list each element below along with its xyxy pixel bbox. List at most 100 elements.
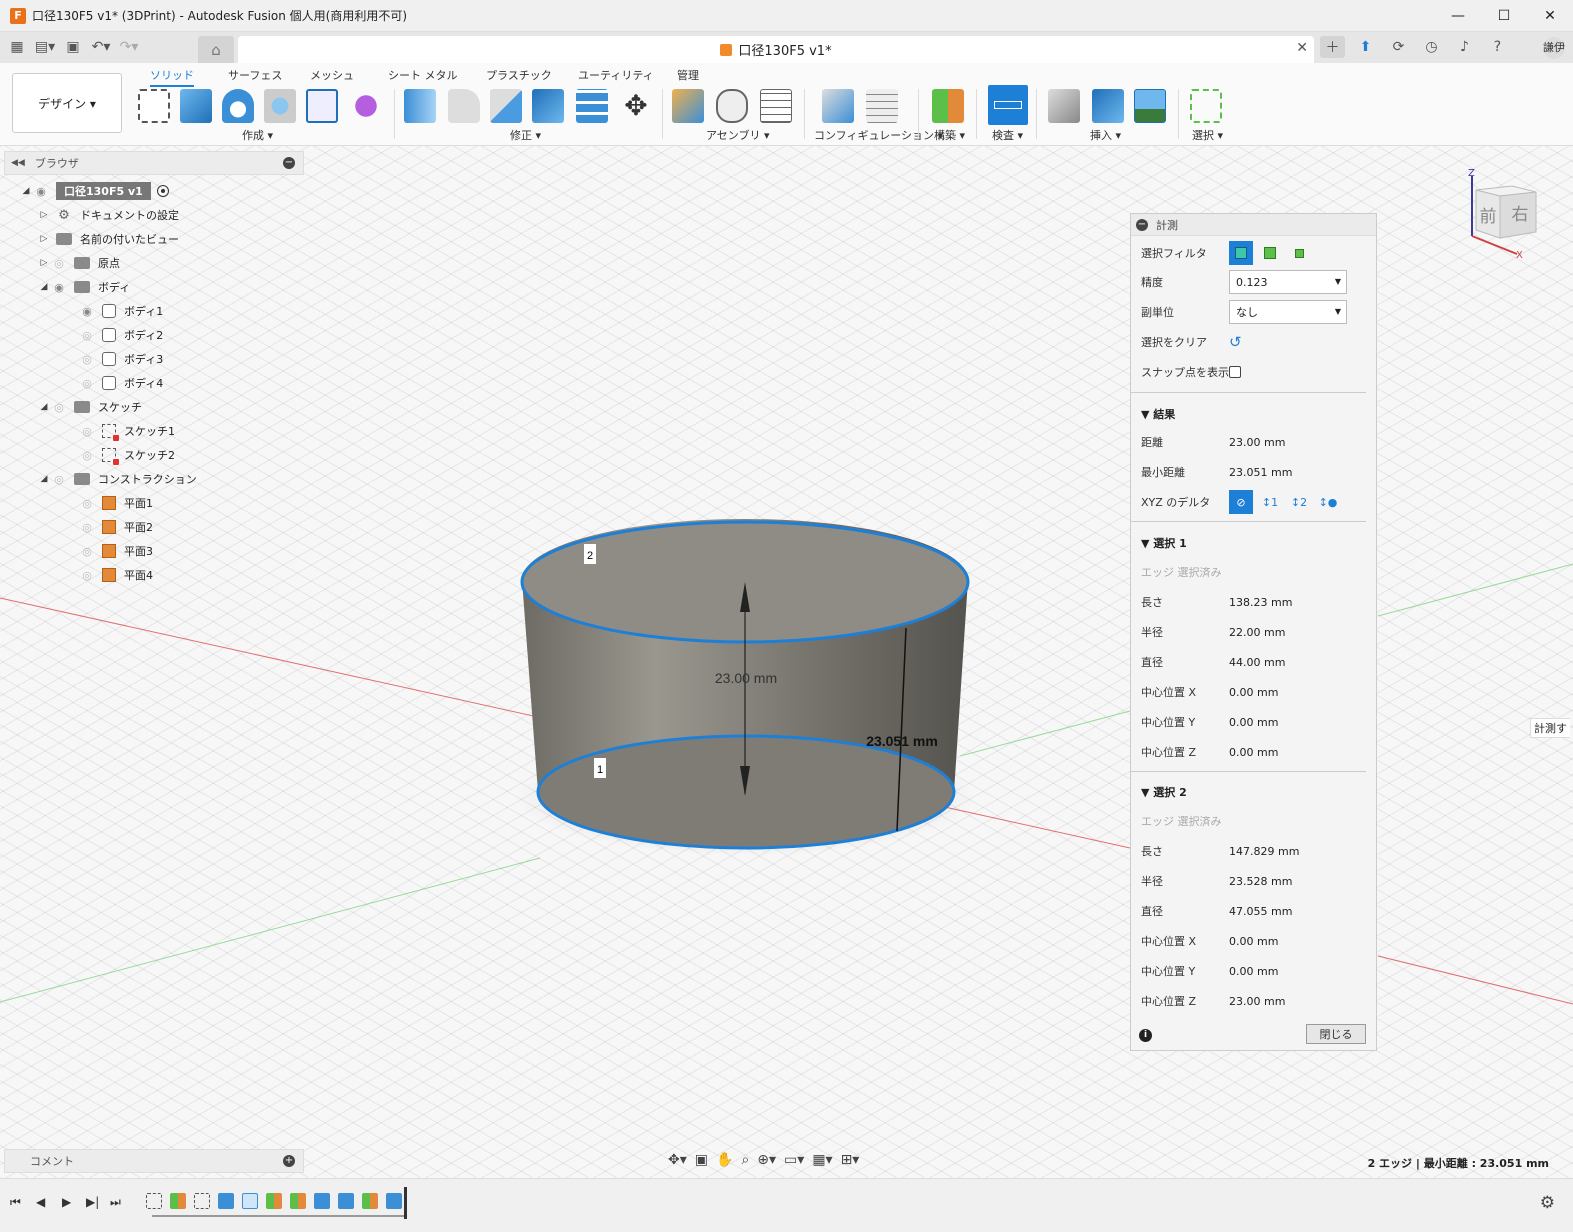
extrude-icon[interactable] [180,89,212,123]
close-window-button[interactable]: ✕ [1527,0,1573,32]
browser-panel-header[interactable]: ◀◀ ブラウザ − [4,151,304,175]
subunit-dropdown[interactable]: なし ▼ [1229,300,1347,324]
browser-minimize-icon[interactable]: − [283,157,295,169]
show-snap-checkbox[interactable] [1229,366,1241,378]
tab-mesh[interactable]: メッシュ [310,67,354,83]
display-settings-icon[interactable]: ▭▾ [784,1152,804,1168]
pattern-icon[interactable] [306,89,338,123]
play-icon[interactable]: ▶ [62,1195,71,1209]
tree-item-plane4[interactable]: ◎ 平面4 [78,565,153,585]
visibility-eye-icon[interactable]: ◎ [78,377,96,390]
look-at-icon[interactable]: ▣ [695,1152,708,1168]
visibility-eye-icon[interactable]: ◎ [78,497,96,510]
save-icon[interactable]: ▣ [62,36,84,58]
measure-icon[interactable] [988,85,1028,125]
viewports-icon[interactable]: ⊞▾ [841,1152,860,1168]
tab-sheet-metal[interactable]: シート メタル [388,67,458,83]
extensions-icon[interactable]: ⬆ [1353,36,1378,58]
timeline-loft-icon[interactable] [242,1193,258,1209]
configure-design-icon[interactable] [822,89,854,123]
activate-radio-icon[interactable] [156,185,169,197]
select-window-icon[interactable] [1190,89,1222,123]
close-tab-icon[interactable]: ✕ [1296,40,1308,56]
combine-icon[interactable] [532,89,564,123]
timeline-plane-icon[interactable] [290,1193,306,1209]
timeline-plane-icon[interactable] [170,1193,186,1209]
tree-item-sketch1[interactable]: ◎ スケッチ1 [78,421,175,441]
insert-mcmaster-icon[interactable] [1092,89,1124,123]
orbit-icon[interactable]: ✥▾ [668,1152,687,1168]
tree-item-body1[interactable]: ◉ ボディ1 [78,301,163,321]
selection2-section-header[interactable]: ▼ 選択 2 [1141,784,1187,800]
measure-dialog-header[interactable]: − 計測 [1131,214,1376,236]
file-menu-icon[interactable]: ▤▾ [34,36,56,58]
selection1-section-header[interactable]: ▼ 選択 1 [1141,535,1187,551]
new-tab-icon[interactable]: ＋ [1320,36,1345,58]
pan-hand-icon[interactable]: ✋ [716,1152,733,1168]
delta-y-icon[interactable]: ↕2 [1287,490,1311,514]
tree-item-plane3[interactable]: ◎ 平面3 [78,541,153,561]
modify-group-label[interactable]: 修正 ▾ [510,127,541,143]
visibility-eye-icon[interactable]: ◎ [50,401,68,414]
timeline-settings-gear-icon[interactable]: ⚙ [1540,1193,1555,1213]
comments-panel[interactable]: コメント + [4,1149,304,1173]
user-avatar[interactable]: 謙伊 [1543,37,1565,59]
tab-utility[interactable]: ユーティリティ [578,67,654,83]
tree-item-body2[interactable]: ◎ ボディ2 [78,325,163,345]
insert-canvas-icon[interactable] [1134,89,1166,123]
timeline-split-icon[interactable] [314,1193,330,1209]
step-forward-icon[interactable]: ▶| [86,1195,99,1209]
timeline-combine-icon[interactable] [386,1193,402,1209]
visibility-eye-icon[interactable]: ◎ [78,353,96,366]
results-section-header[interactable]: ▼ 結果 [1141,406,1175,422]
configuration-table-icon[interactable] [866,89,898,123]
job-status-icon[interactable]: ⟳ [1386,36,1411,58]
timeline-split-icon[interactable] [338,1193,354,1209]
minimize-button[interactable]: — [1435,0,1481,32]
insert-derive-icon[interactable] [1048,89,1080,123]
expand-triangle-icon[interactable]: ▷ [38,210,50,220]
precision-dropdown[interactable]: 0.123 ▼ [1229,270,1347,294]
visibility-eye-icon[interactable]: ◎ [78,449,96,462]
tree-item-named-views[interactable]: ▷ 名前の付いたビュー [38,229,179,249]
create-form-icon[interactable] [350,89,382,123]
tree-root[interactable]: ◢ ◉ 口径130F5 v1 [20,181,169,201]
visibility-eye-icon[interactable]: ◎ [78,521,96,534]
filter-component-icon[interactable] [1287,241,1311,265]
move-copy-icon[interactable]: ✥ [620,89,652,123]
workspace-switcher[interactable]: デザイン ▾ [12,73,122,133]
visibility-eye-icon[interactable]: ◎ [78,545,96,558]
new-component-icon[interactable] [672,89,704,123]
grid-settings-icon[interactable]: ▦▾ [812,1152,832,1168]
edge-1-highlight[interactable] [536,734,956,850]
tree-item-origin[interactable]: ▷ ◎ 原点 [38,253,120,273]
create-group-label[interactable]: 作成 ▾ [242,127,273,143]
visibility-eye-icon[interactable]: ◎ [50,473,68,486]
bill-of-materials-icon[interactable] [760,89,792,123]
offset-plane-icon[interactable] [932,89,964,123]
shell-icon[interactable] [490,89,522,123]
undo-icon[interactable]: ↶▾ [90,36,112,58]
delta-z-icon[interactable]: ↕● [1316,490,1340,514]
delta-x-icon[interactable]: ↕1 [1258,490,1282,514]
press-pull-icon[interactable] [404,89,436,123]
notifications-bell-icon[interactable]: ♪ [1452,36,1477,58]
inspect-group-label[interactable]: 検査 ▾ [992,127,1023,143]
filter-body-icon[interactable] [1229,241,1253,265]
expand-triangle-icon[interactable]: ▷ [38,258,50,268]
collapse-dialog-icon[interactable]: − [1136,218,1148,231]
revolve-icon[interactable] [222,89,254,123]
tab-solid[interactable]: ソリッド [150,67,194,87]
tree-item-sketch2[interactable]: ◎ スケッチ2 [78,445,175,465]
select-group-label[interactable]: 選択 ▾ [1192,127,1223,143]
tab-surface[interactable]: サーフェス [228,67,282,83]
zoom-window-icon[interactable]: ⌕ [741,1152,749,1168]
tree-item-body4[interactable]: ◎ ボディ4 [78,373,163,393]
help-icon[interactable]: ? [1485,36,1510,58]
zoom-fit-icon[interactable]: ⊕▾ [757,1152,776,1168]
visibility-eye-icon[interactable]: ◎ [78,425,96,438]
tree-item-body3[interactable]: ◎ ボディ3 [78,349,163,369]
assembly-group-label[interactable]: アセンブリ ▾ [706,127,769,143]
collapse-browser-icon[interactable]: ◀◀ [11,158,25,168]
visibility-eye-icon[interactable]: ◎ [50,257,68,270]
